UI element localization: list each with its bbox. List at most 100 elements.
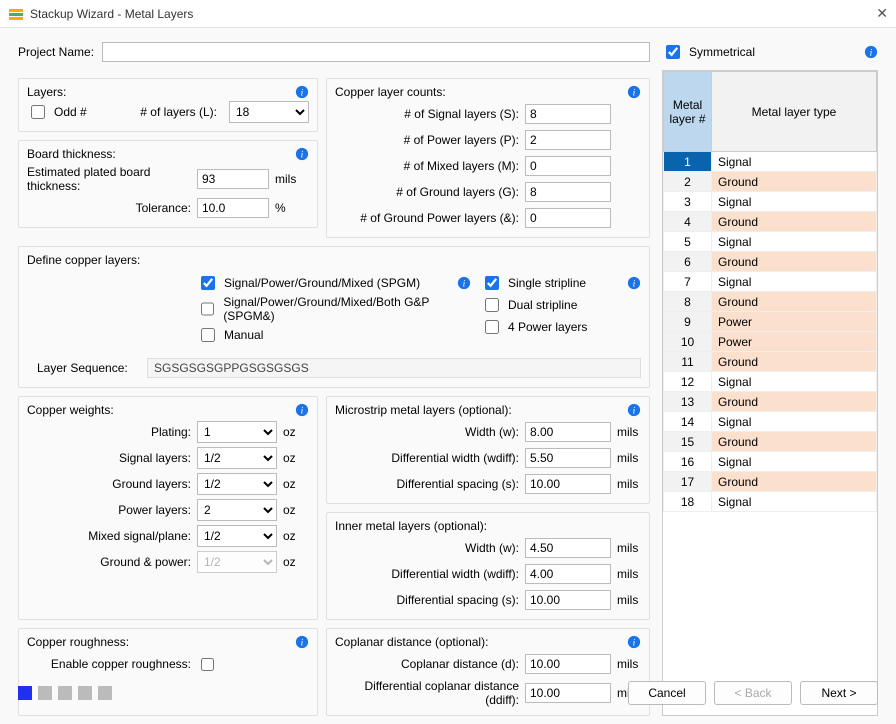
ms-diffs-input[interactable] [525,474,611,494]
step-5[interactable] [98,686,112,700]
table-row[interactable]: 8Ground [664,292,877,312]
num-layers-select[interactable]: 18 [229,101,309,123]
table-row[interactable]: 15Ground [664,432,877,452]
table-row[interactable]: 1Signal [664,152,877,172]
project-name-label: Project Name: [18,45,94,59]
mixed-count-input[interactable] [525,156,611,176]
tolerance-input[interactable] [197,198,269,218]
svg-text:i: i [301,88,304,99]
plating-select[interactable]: 1 [197,421,277,443]
ground-count-input[interactable] [525,182,611,202]
signal-weight-select[interactable]: 1/2 [197,447,277,469]
ground-weight-select[interactable]: 1/2 [197,473,277,495]
table-row[interactable]: 9Power [664,312,877,332]
signal-count-input[interactable] [525,104,611,124]
ground-count-label: # of Ground layers (G): [335,185,525,199]
row-type: Ground [712,472,877,492]
spgm-checkbox[interactable] [201,276,215,290]
copper-counts-title: Copper layer counts: [335,85,446,99]
odd-label: Odd # [54,105,87,119]
enable-roughness-checkbox[interactable] [201,658,214,671]
cancel-button[interactable]: Cancel [628,681,706,705]
gp-count-input[interactable] [525,208,611,228]
info-icon[interactable]: i [295,147,309,161]
svg-text:i: i [633,406,636,417]
step-2[interactable] [38,686,52,700]
table-row[interactable]: 18Signal [664,492,877,512]
row-number: 10 [664,332,712,352]
in-diffw-input[interactable] [525,564,611,584]
estimated-thickness-label: Estimated plated board thickness: [27,165,197,193]
info-icon[interactable]: i [457,276,471,290]
table-row[interactable]: 10Power [664,332,877,352]
manual-label: Manual [224,328,263,342]
dual-stripline-checkbox[interactable] [485,298,499,312]
table-row[interactable]: 4Ground [664,212,877,232]
layer-sequence-label: Layer Sequence: [27,361,147,375]
table-row[interactable]: 2Ground [664,172,877,192]
table-row[interactable]: 6Ground [664,252,877,272]
next-button[interactable]: Next > [800,681,878,705]
row-type: Power [712,312,877,332]
spgm-amp-checkbox[interactable] [201,302,214,316]
table-row[interactable]: 7Signal [664,272,877,292]
info-icon[interactable]: i [627,403,641,417]
estimated-thickness-input[interactable] [197,169,269,189]
four-power-checkbox[interactable] [485,320,499,334]
table-row[interactable]: 11Ground [664,352,877,372]
step-4[interactable] [78,686,92,700]
table-row[interactable]: 12Signal [664,372,877,392]
table-row[interactable]: 16Signal [664,452,877,472]
row-number: 5 [664,232,712,252]
ground-weight-label: Ground layers: [27,477,197,491]
table-row[interactable]: 17Ground [664,472,877,492]
row-type: Ground [712,212,877,232]
in-width-input[interactable] [525,538,611,558]
symmetrical-checkbox[interactable] [666,45,680,59]
manual-checkbox[interactable] [201,328,215,342]
power-count-input[interactable] [525,130,611,150]
ms-diffw-input[interactable] [525,448,611,468]
table-row[interactable]: 14Signal [664,412,877,432]
row-number: 7 [664,272,712,292]
row-type: Ground [712,352,877,372]
plating-label: Plating: [27,425,197,439]
signal-weight-label: Signal layers: [27,451,197,465]
wizard-steps [18,686,112,700]
single-stripline-checkbox[interactable] [485,276,499,290]
project-name-input[interactable] [102,42,650,62]
power-weight-select[interactable]: 2 [197,499,277,521]
step-1[interactable] [18,686,32,700]
close-icon[interactable]: ✕ [876,5,888,22]
info-icon[interactable]: i [627,276,641,290]
tolerance-unit: % [269,201,299,215]
info-icon[interactable]: i [627,85,641,99]
ms-width-input[interactable] [525,422,611,442]
copper-weights-title: Copper weights: [27,403,114,417]
mixed-weight-label: Mixed signal/plane: [27,529,197,543]
svg-text:i: i [301,406,304,417]
info-icon[interactable]: i [295,403,309,417]
info-icon[interactable]: i [295,85,309,99]
odd-checkbox[interactable] [31,105,45,119]
mixed-weight-select[interactable]: 1/2 [197,525,277,547]
step-3[interactable] [58,686,72,700]
row-type: Signal [712,452,877,472]
info-icon[interactable]: i [627,635,641,649]
roughness-title: Copper roughness: [27,635,129,649]
coplanar-d-label: Coplanar distance (d): [335,657,525,671]
svg-text:i: i [633,638,636,649]
inner-panel: Inner metal layers (optional): Width (w)… [326,512,650,620]
num-layers-label: # of layers (L): [93,105,223,119]
info-icon[interactable]: i [295,635,309,649]
table-row[interactable]: 13Ground [664,392,877,412]
svg-text:i: i [463,279,466,290]
table-row[interactable]: 3Signal [664,192,877,212]
layers-panel: Layers: i Odd # # of layers (L): 18 [18,78,318,132]
table-row[interactable]: 5Signal [664,232,877,252]
row-type: Signal [712,272,877,292]
info-icon[interactable]: i [864,45,878,59]
in-diffs-input[interactable] [525,590,611,610]
row-type: Ground [712,292,877,312]
row-number: 4 [664,212,712,232]
